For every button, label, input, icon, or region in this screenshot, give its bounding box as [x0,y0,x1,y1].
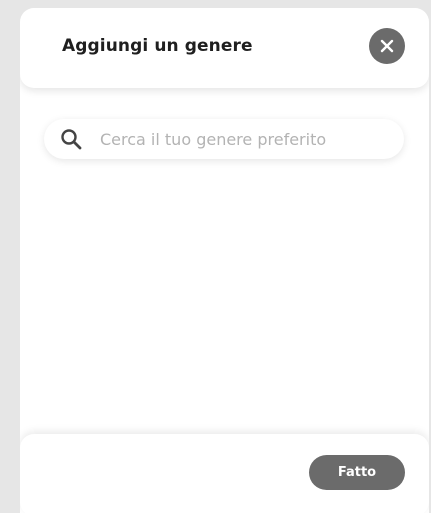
dialog-footer: Fatto [20,434,429,513]
close-icon [380,39,394,53]
search-input[interactable] [100,119,392,159]
genre-results-list [20,178,429,428]
close-button[interactable] [369,28,405,64]
dialog-title: Aggiungi un genere [62,36,253,56]
add-genre-dialog: Aggiungi un genere Fatto [20,8,429,513]
dialog-header: Aggiungi un genere [20,8,429,88]
done-button[interactable]: Fatto [309,455,405,490]
search-box[interactable] [44,119,404,159]
search-icon [61,129,82,150]
